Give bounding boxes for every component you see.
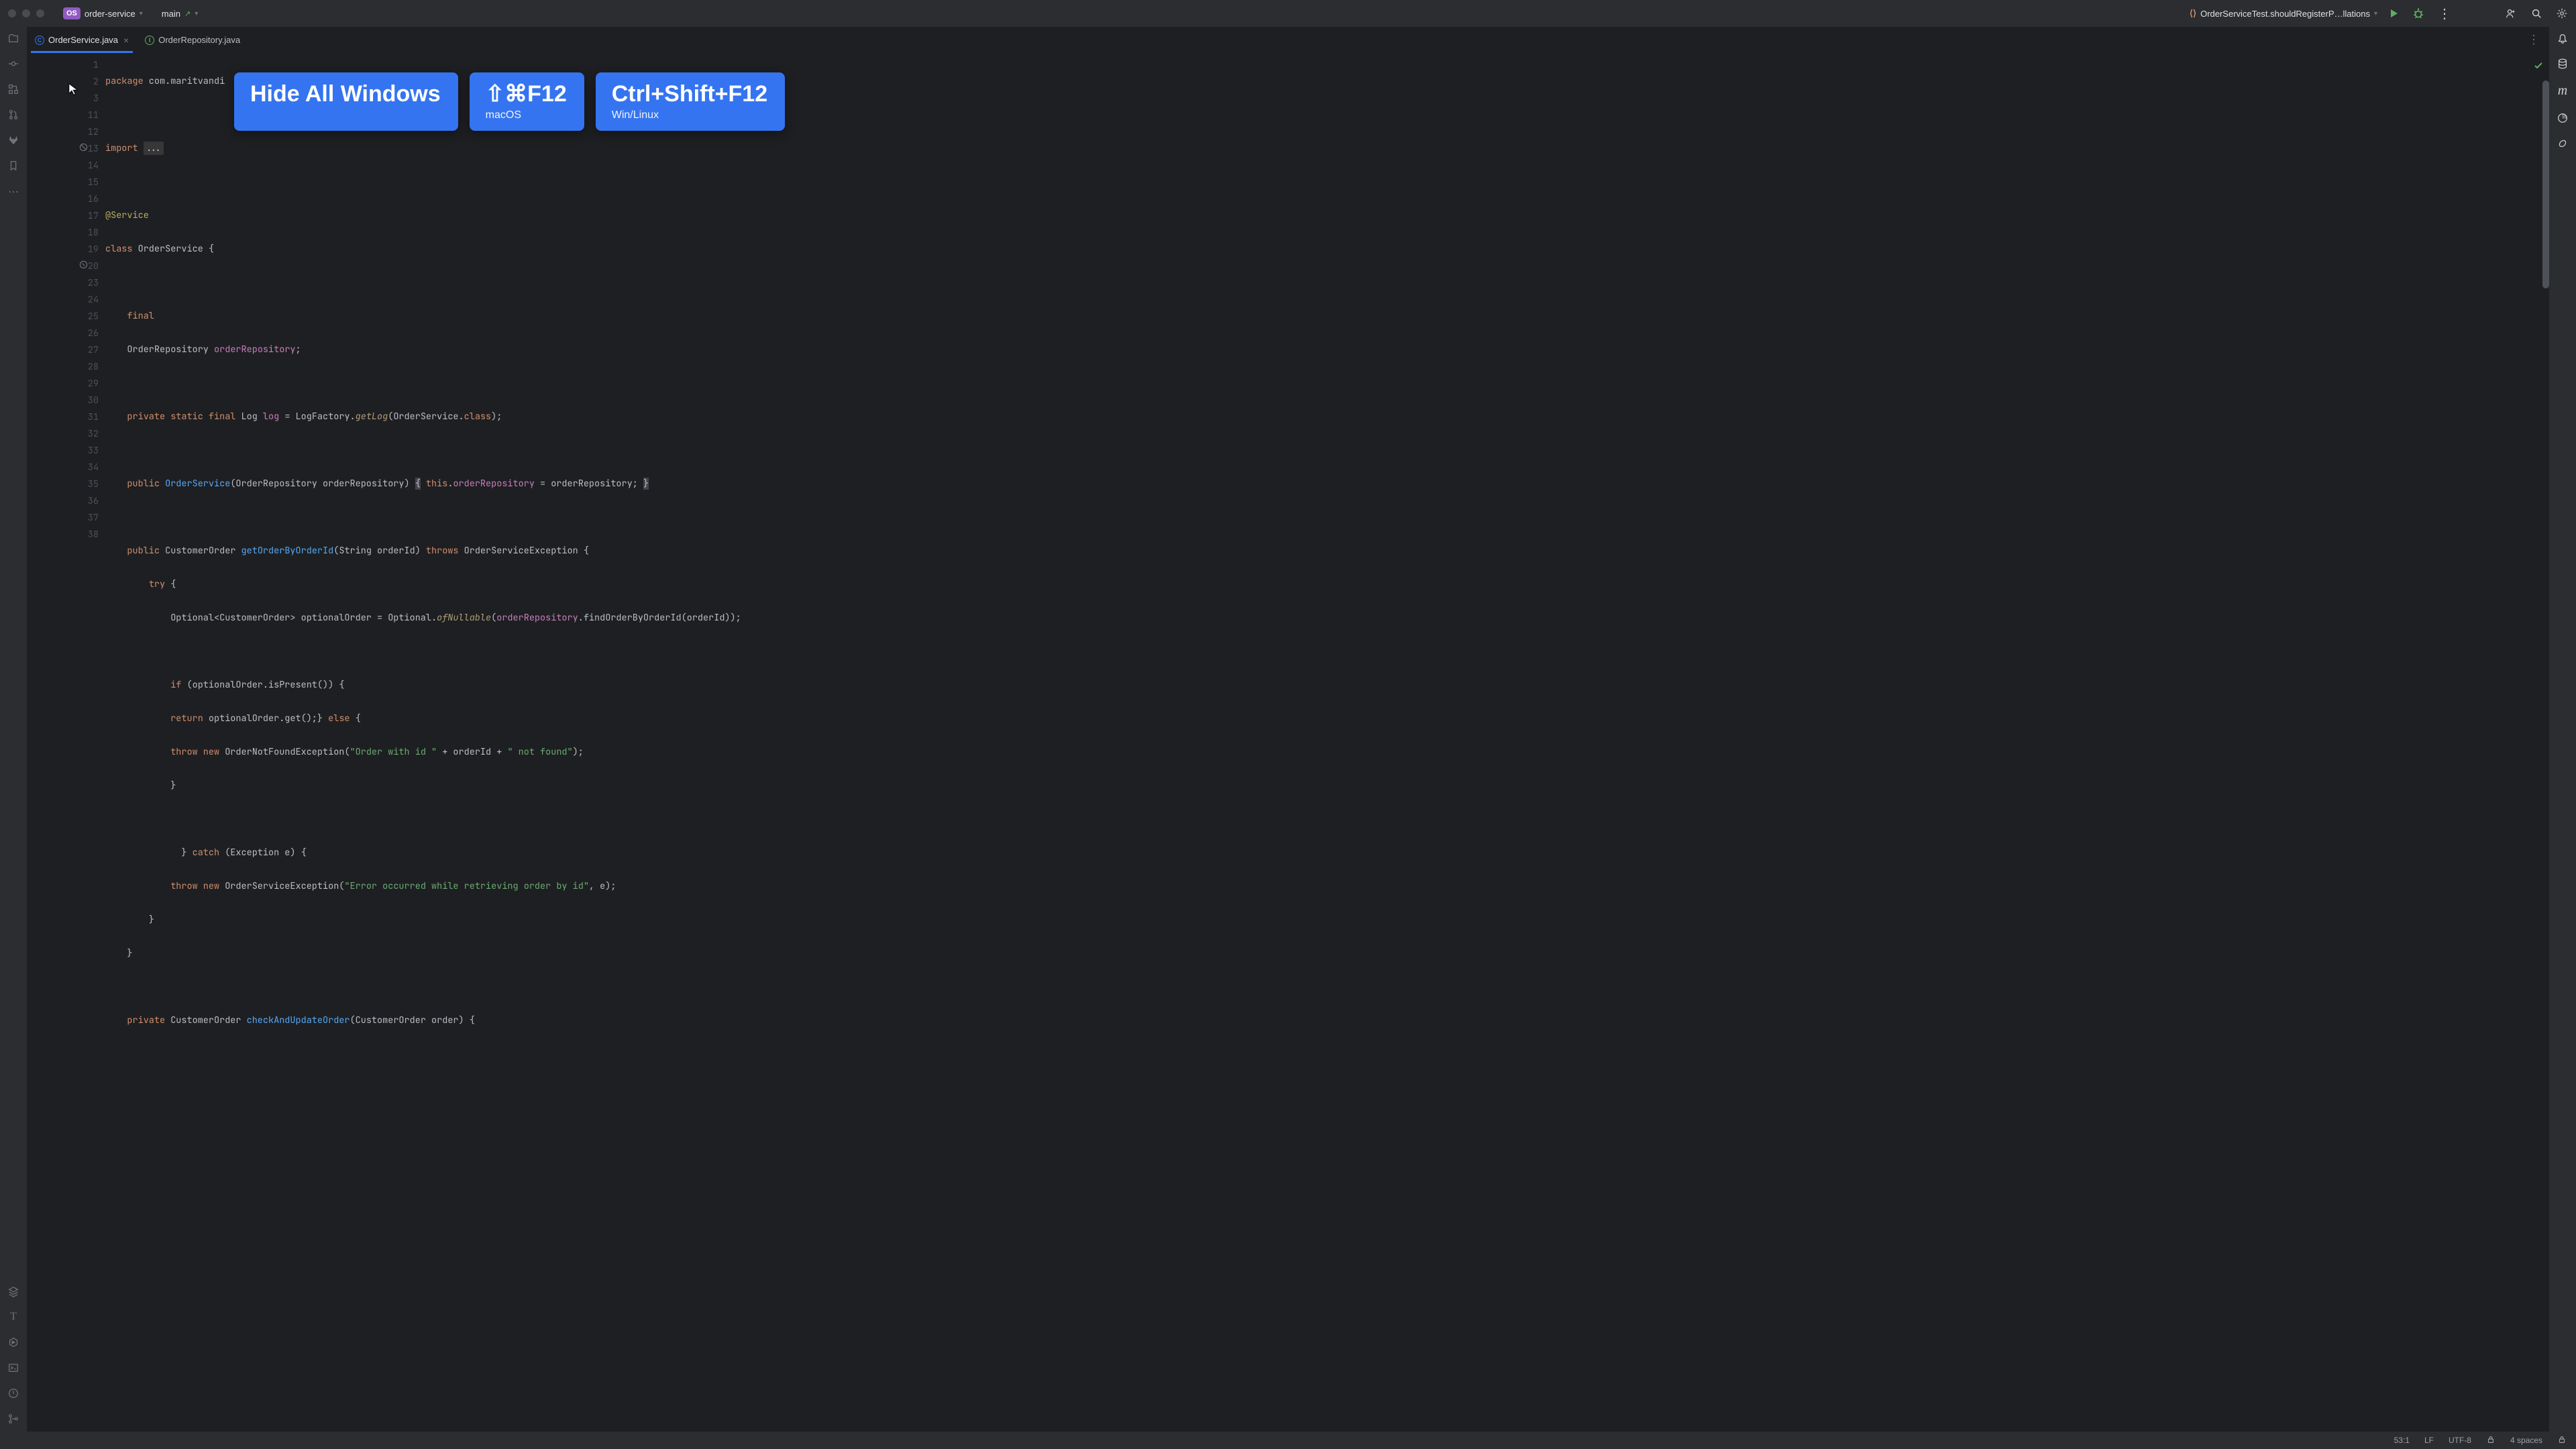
arrow-up-icon: ↗: [184, 9, 191, 18]
chevron-down-icon: ▾: [140, 10, 143, 17]
problems-tool-icon[interactable]: [7, 1387, 19, 1399]
tab-more-icon[interactable]: ⋮: [2518, 27, 2549, 53]
mouse-cursor-icon: [68, 83, 78, 97]
shortcut-overlay: Hide All Windows ⇧⌘F12 macOS Ctrl+Shift+…: [234, 72, 785, 131]
database-tool-icon[interactable]: [2557, 58, 2569, 70]
gutter: 1 2 3› 11 12 13 14 15 16 17 18 19 20› 23…: [27, 54, 104, 1432]
overlay-mac-card: ⇧⌘F12 macOS: [470, 72, 584, 131]
editor-scrollbar[interactable]: [2540, 54, 2549, 1432]
code-icon: ⟨⟩: [2190, 8, 2196, 19]
project-tool-icon[interactable]: [7, 32, 19, 44]
project-name: order-service: [85, 9, 136, 19]
chevron-down-icon: ▾: [195, 10, 198, 17]
overlay-mac-keys: ⇧⌘F12: [486, 82, 567, 107]
indent-config[interactable]: 4 spaces: [2510, 1436, 2542, 1445]
commit-tool-icon[interactable]: [7, 58, 19, 70]
tab-orderservice[interactable]: C OrderService.java ×: [27, 27, 137, 53]
tab-orderrepository[interactable]: I OrderRepository.java: [137, 27, 248, 53]
vcs-tool-icon[interactable]: [7, 1413, 19, 1425]
left-tool-rail: ⋯ T: [0, 27, 27, 1432]
line-separator[interactable]: LF: [2424, 1436, 2434, 1445]
more-tools-icon[interactable]: ⋯: [8, 185, 19, 199]
layers-tool-icon[interactable]: [7, 1285, 19, 1297]
overlay-win-card: Ctrl+Shift+F12 Win/Linux: [596, 72, 785, 131]
debug-button[interactable]: [2412, 7, 2424, 19]
text-tool-icon[interactable]: T: [10, 1311, 17, 1323]
titlebar: OS order-service ▾ main ↗ ▾ ⟨⟩ OrderServ…: [0, 0, 2576, 27]
gutter-nav-icon[interactable]: [79, 260, 88, 272]
run-config-selector[interactable]: ⟨⟩ OrderServiceTest.shouldRegisterP…llat…: [2186, 6, 2381, 21]
statusbar: 53:1 LF UTF-8 4 spaces: [0, 1432, 2576, 1449]
notifications-icon[interactable]: [2557, 32, 2569, 44]
terminal-tool-icon[interactable]: [7, 1362, 19, 1374]
project-badge: OS: [63, 7, 80, 19]
coverage-tool-icon[interactable]: [2557, 112, 2569, 124]
search-icon[interactable]: [2530, 7, 2542, 19]
editor-area: C OrderService.java × I OrderRepository.…: [27, 27, 2549, 1432]
tab-label: OrderRepository.java: [158, 35, 240, 45]
code-editor[interactable]: 1 2 3› 11 12 13 14 15 16 17 18 19 20› 23…: [27, 54, 2549, 1432]
overlay-win-keys: Ctrl+Shift+F12: [612, 82, 767, 107]
close-icon[interactable]: ×: [123, 35, 129, 46]
services-tool-icon[interactable]: [7, 1336, 19, 1348]
gitlab-tool-icon[interactable]: [7, 134, 19, 146]
chevron-down-icon: ▾: [2374, 10, 2377, 17]
pull-requests-icon[interactable]: [7, 109, 19, 121]
gutter-run-icon[interactable]: [79, 143, 88, 155]
code-content[interactable]: package com.maritvandi import ... @Servi…: [104, 54, 2549, 1432]
scrollbar-thumb[interactable]: [2542, 80, 2549, 288]
readonly-lock-icon[interactable]: [2557, 1435, 2567, 1446]
project-selector[interactable]: OS order-service ▾: [59, 5, 147, 21]
tab-label: OrderService.java: [48, 35, 118, 45]
overlay-win-label: Win/Linux: [612, 109, 767, 121]
zoom-window-icon[interactable]: [36, 9, 44, 17]
editor-tabs: C OrderService.java × I OrderRepository.…: [27, 27, 2549, 54]
branch-name: main: [162, 9, 180, 19]
overlay-title: Hide All Windows: [250, 82, 441, 107]
settings-icon[interactable]: [2556, 7, 2568, 19]
window-controls: [8, 9, 44, 17]
overlay-title-card: Hide All Windows: [234, 72, 458, 131]
class-icon: C: [35, 36, 44, 45]
run-button[interactable]: [2388, 8, 2399, 19]
right-tool-rail: m: [2549, 27, 2576, 1432]
close-window-icon[interactable]: [8, 9, 16, 17]
caret-position[interactable]: 53:1: [2394, 1436, 2410, 1445]
run-config-name: OrderServiceTest.shouldRegisterP…llation…: [2200, 9, 2370, 19]
more-actions-icon[interactable]: ⋮: [2438, 5, 2451, 22]
structure-tool-icon[interactable]: [7, 83, 19, 95]
maven-tool-icon[interactable]: m: [2558, 83, 2567, 99]
file-encoding[interactable]: UTF-8: [2449, 1436, 2471, 1445]
overlay-mac-label: macOS: [486, 109, 567, 121]
code-with-me-icon[interactable]: [2505, 7, 2517, 19]
minimize-window-icon[interactable]: [22, 9, 30, 17]
readonly-toggle-icon[interactable]: [2486, 1435, 2496, 1446]
beans-tool-icon[interactable]: [2557, 138, 2569, 150]
vcs-branch[interactable]: main ↗ ▾: [154, 7, 202, 21]
bookmarks-tool-icon[interactable]: [7, 160, 19, 172]
interface-icon: I: [145, 36, 154, 45]
